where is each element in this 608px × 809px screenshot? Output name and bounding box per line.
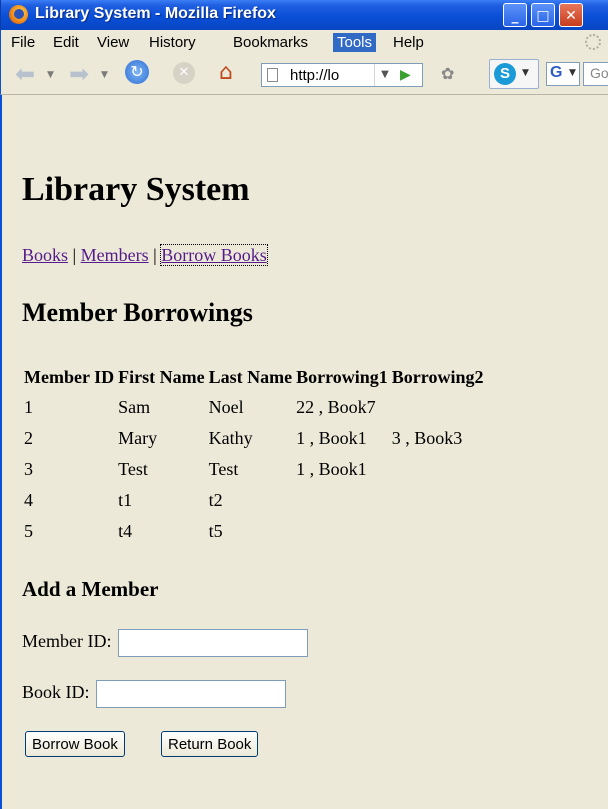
column-header: Last Name — [208, 366, 293, 387]
table-cell: 22 , Book7 — [296, 397, 376, 417]
table-cell: 4 — [24, 490, 33, 510]
link-separator: | — [72, 245, 77, 265]
table-row: 3 Test Test 1 , Book1 — [24, 454, 487, 485]
forward-icon[interactable]: ➡ — [69, 60, 89, 88]
navigation-toolbar: ⬅ ▼ ➡ ▼ ↻ ✕ ⌂ http://lo ▼ ▶ ✿ S ▼ G ▼ Go — [0, 54, 608, 95]
book-id-row: Book ID: — [22, 680, 286, 708]
menu-file[interactable]: File — [7, 33, 39, 52]
table-cell — [392, 454, 488, 485]
forward-history-chevron-icon[interactable]: ▼ — [101, 70, 108, 80]
go-icon[interactable]: ▶ — [400, 67, 411, 83]
table-cell: Test — [208, 459, 239, 479]
menu-edit[interactable]: Edit — [49, 33, 83, 52]
stop-icon[interactable]: ✕ — [173, 62, 195, 84]
search-input[interactable]: Go — [583, 62, 608, 86]
link-borrow-books[interactable]: Borrow Books — [160, 244, 268, 266]
title-bar: Library System - Mozilla Firefox _ □ ✕ — [0, 0, 608, 30]
borrow-book-button[interactable]: Borrow Book — [25, 731, 125, 757]
reload-icon[interactable]: ↻ — [125, 60, 149, 84]
table-cell: 1 , Book1 — [296, 428, 367, 448]
search-engine-button[interactable]: G ▼ — [546, 62, 580, 86]
table-cell: t4 — [118, 521, 133, 541]
table-cell: Noel — [208, 397, 244, 417]
column-header: Borrowing1 — [296, 366, 388, 387]
table-header-row: Member ID First Name Last Name Borrowing… — [24, 362, 487, 392]
return-book-button[interactable]: Return Book — [161, 731, 259, 757]
table-row: 4 t1 t2 — [24, 485, 487, 516]
search-engine-chevron-icon[interactable]: ▼ — [569, 68, 576, 78]
menu-bookmarks[interactable]: Bookmarks — [229, 33, 312, 52]
table-row: 2 Mary Kathy 1 , Book1 3 , Book3 — [24, 423, 487, 454]
book-id-input[interactable] — [96, 680, 286, 708]
member-id-input[interactable] — [117, 629, 308, 657]
table-cell: t5 — [208, 521, 223, 541]
table-cell — [296, 485, 392, 516]
paw-icon[interactable]: ✿ — [441, 64, 454, 83]
home-icon[interactable]: ⌂ — [219, 60, 233, 85]
column-header: Member ID — [24, 366, 115, 387]
member-id-row: Member ID: — [22, 629, 308, 657]
link-members[interactable]: Members — [81, 245, 149, 265]
table-row: 1 Sam Noel 22 , Book7 — [24, 392, 487, 423]
table-cell: 1 — [24, 397, 33, 417]
table-cell: Mary — [118, 428, 158, 448]
skype-chevron-icon[interactable]: ▼ — [522, 68, 529, 78]
section-title: Member Borrowings — [22, 298, 253, 327]
table-row: 5 t4 t5 — [24, 516, 487, 547]
back-history-chevron-icon[interactable]: ▼ — [47, 70, 54, 80]
table-cell: Test — [118, 459, 148, 479]
table-cell: Sam — [118, 397, 151, 417]
table-cell: t1 — [118, 490, 133, 510]
menu-help[interactable]: Help — [389, 33, 428, 52]
menu-history[interactable]: History — [145, 33, 200, 52]
skype-icon: S — [494, 63, 516, 85]
table-cell: t2 — [208, 490, 223, 510]
firefox-window: Library System - Mozilla Firefox _ □ ✕ F… — [0, 0, 608, 809]
table-cell: 2 — [24, 428, 33, 448]
add-member-title: Add a Member — [22, 577, 159, 601]
table-cell: 3 — [24, 459, 33, 479]
table-cell — [392, 392, 488, 423]
book-id-label: Book ID: — [22, 682, 90, 703]
table-cell — [296, 516, 392, 547]
link-books[interactable]: Books — [22, 245, 68, 265]
table-cell — [392, 485, 488, 516]
menu-view[interactable]: View — [93, 33, 133, 52]
close-button[interactable]: ✕ — [559, 3, 583, 27]
url-bar[interactable]: http://lo ▼ ▶ — [261, 63, 423, 87]
page-icon — [267, 68, 278, 82]
maximize-button[interactable]: □ — [531, 3, 555, 27]
url-text[interactable]: http://lo — [290, 67, 368, 84]
table-cell: 1 , Book1 — [296, 459, 367, 479]
column-header: First Name — [118, 366, 205, 387]
google-icon: G — [550, 64, 563, 81]
back-icon[interactable]: ⬅ — [15, 60, 35, 88]
table-cell — [392, 516, 488, 547]
nav-links: Books | Members | Borrow Books — [22, 244, 268, 266]
table-cell: 3 , Book3 — [391, 428, 463, 448]
page-title: Library System — [22, 171, 250, 208]
menu-tools[interactable]: Tools — [333, 33, 377, 52]
table-cell: 5 — [24, 521, 33, 541]
member-id-label: Member ID: — [22, 631, 112, 652]
skype-button[interactable]: S ▼ — [489, 59, 539, 89]
table-cell: Kathy — [208, 428, 253, 448]
column-header: Borrowing2 — [391, 366, 484, 387]
minimize-button[interactable]: _ — [503, 3, 527, 27]
borrowings-table: Member ID First Name Last Name Borrowing… — [24, 362, 487, 547]
throbber-icon — [585, 34, 601, 50]
url-history-chevron-icon[interactable]: ▼ — [374, 64, 395, 86]
link-separator: | — [153, 245, 157, 265]
menu-bar: File Edit View History Bookmarks Tools H… — [0, 30, 608, 54]
firefox-logo-icon — [9, 5, 28, 24]
window-title: Library System - Mozilla Firefox — [35, 5, 276, 22]
